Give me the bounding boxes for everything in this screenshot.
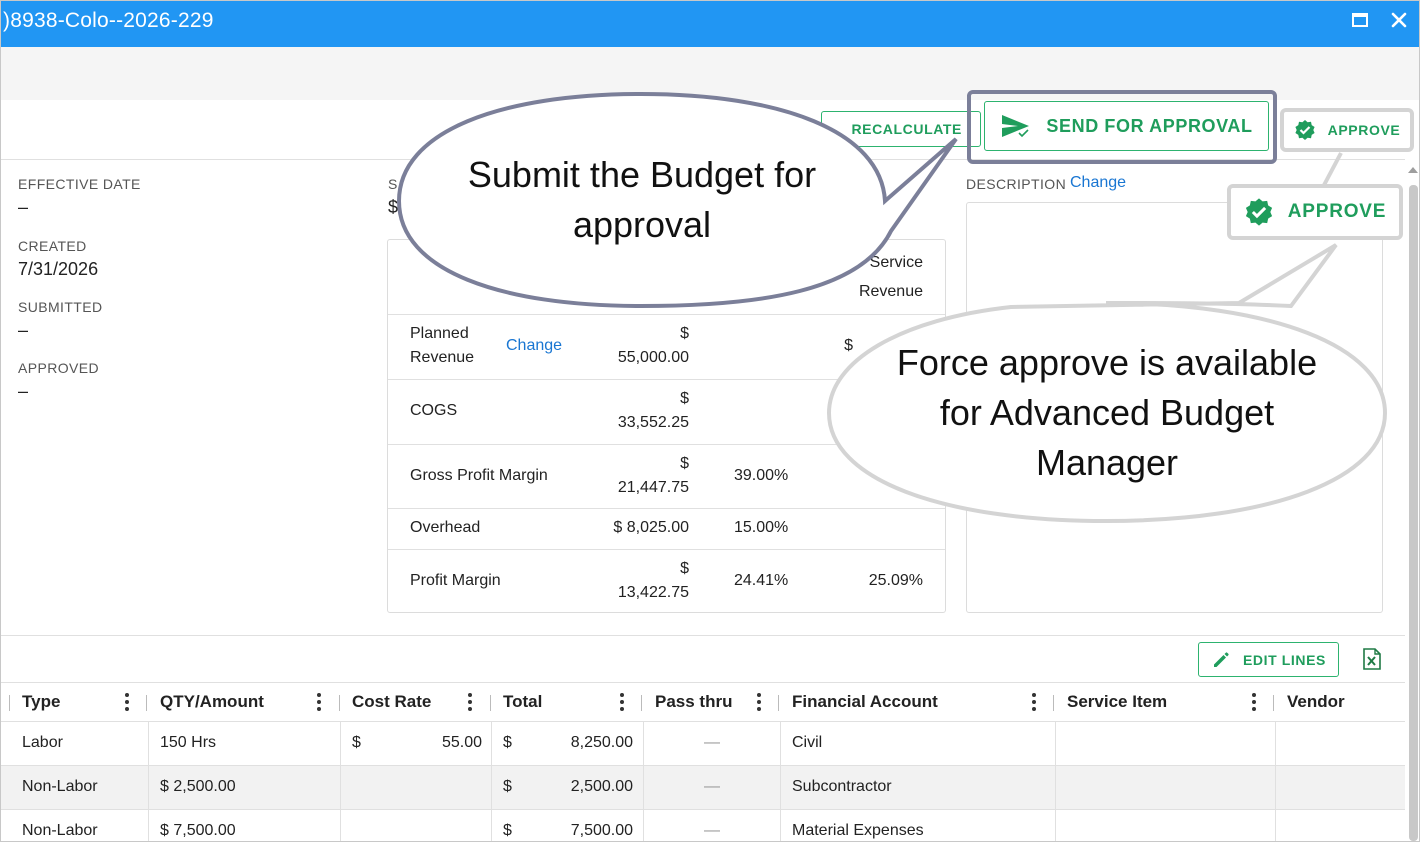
verified-badge-icon	[1245, 198, 1272, 226]
approve-button-zoomed: APPROVE	[1227, 184, 1403, 240]
send-icon	[1002, 115, 1030, 139]
force-approve-callout-text: Force approve is available for Advanced …	[851, 338, 1363, 488]
approve-button[interactable]: APPROVE	[1280, 108, 1414, 152]
force-approve-line3: Manager	[1035, 442, 1179, 483]
callout-pointer-line	[1321, 152, 1343, 188]
budget-window: )8938-Colo--2026-229 RECALCULATE EFFECTI…	[0, 0, 1420, 842]
verified-badge-icon	[1295, 120, 1315, 140]
approve-label: APPROVE	[1327, 122, 1401, 138]
force-approve-line2: for Advanced Budget	[939, 392, 1275, 433]
submit-callout-text: Submit the Budget for approval	[411, 150, 873, 250]
send-for-approval-button[interactable]: SEND FOR APPROVAL	[984, 101, 1269, 151]
force-approve-line1: Force approve is available	[896, 342, 1318, 383]
send-for-approval-label: SEND FOR APPROVAL	[1046, 115, 1253, 136]
submit-callout-line1: Submit the Budget for	[467, 154, 817, 195]
submit-callout-line2: approval	[572, 204, 712, 245]
approve-zoomed-label: APPROVE	[1287, 201, 1387, 222]
